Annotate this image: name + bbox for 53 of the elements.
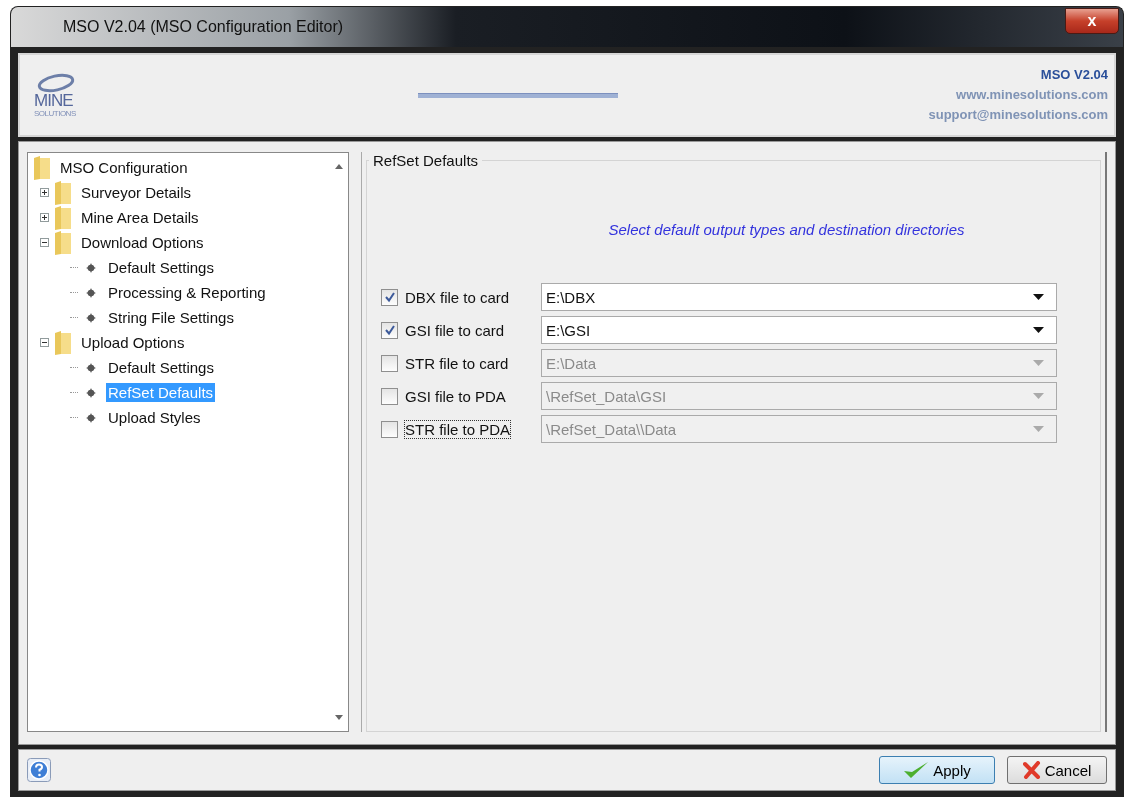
cross-icon	[1022, 761, 1041, 779]
window-title: MSO V2.04 (MSO Configuration Editor)	[63, 18, 344, 36]
path-dropdown[interactable]: E:\GSI	[541, 316, 1057, 344]
bullet-icon	[86, 362, 96, 373]
expander-icon[interactable]	[40, 238, 49, 247]
bullet-icon	[86, 387, 96, 398]
tree-item[interactable]: Upload Styles	[106, 408, 203, 427]
cancel-button[interactable]: Cancel	[1007, 756, 1107, 784]
checkbox-label[interactable]: GSI file to PDA	[404, 386, 507, 406]
group-title: RefSet Defaults	[372, 152, 480, 169]
checkbox-label[interactable]: GSI file to card	[404, 320, 506, 340]
tree-item[interactable]: Surveyor Details	[79, 183, 194, 202]
path-dropdown[interactable]: E:\DBX	[541, 283, 1057, 311]
ring-logo-icon	[36, 72, 76, 93]
tree-item[interactable]: MSO Configuration	[58, 158, 190, 177]
tree-item[interactable]: Default Settings	[106, 258, 216, 277]
close-button[interactable]: x	[1065, 8, 1119, 34]
checkbox-label[interactable]: DBX file to card	[404, 287, 511, 307]
tree-item[interactable]: Mine Area Details	[79, 208, 201, 227]
version-label: MSO V2.04	[1040, 66, 1108, 84]
folder-icon	[53, 329, 73, 356]
tree-item[interactable]: Processing & Reporting	[106, 283, 268, 302]
dropdown-arrow-icon[interactable]	[1033, 293, 1044, 301]
tree-item[interactable]: Upload Options	[79, 333, 187, 352]
tree-item[interactable]: String File Settings	[106, 308, 236, 327]
dropdown-arrow-icon[interactable]	[1033, 326, 1044, 334]
bullet-icon	[86, 312, 96, 323]
expander-icon[interactable]	[40, 213, 49, 222]
checkbox[interactable]	[381, 420, 398, 438]
tree-item[interactable]: Download Options	[79, 233, 206, 252]
bullet-icon	[86, 412, 96, 423]
bullet-icon	[86, 287, 96, 298]
expander-icon[interactable]	[40, 188, 49, 197]
instruction-text: Select default output types and destination directories	[607, 221, 966, 238]
tree-item[interactable]: Default Settings	[106, 358, 216, 377]
folder-icon	[53, 204, 73, 231]
expander-icon[interactable]	[40, 338, 49, 347]
bullet-icon	[86, 262, 96, 273]
checkbox[interactable]	[381, 288, 398, 306]
scroll-down-icon[interactable]	[335, 715, 343, 721]
scroll-up-icon[interactable]	[335, 163, 343, 169]
checkbox-label[interactable]: STR file to card	[404, 353, 510, 373]
folder-icon	[53, 179, 73, 206]
folder-icon	[32, 154, 52, 181]
checkbox[interactable]	[381, 387, 398, 405]
checkbox[interactable]	[381, 321, 398, 339]
help-icon[interactable]	[27, 758, 51, 782]
checkbox[interactable]	[381, 354, 398, 372]
checkbox-label[interactable]: STR file to PDA	[404, 419, 512, 439]
logo-subtext: SOLUTIONS	[34, 108, 76, 118]
apply-button[interactable]: Apply	[879, 756, 995, 784]
folder-icon	[53, 229, 73, 256]
logo-text: MINE	[34, 92, 73, 109]
